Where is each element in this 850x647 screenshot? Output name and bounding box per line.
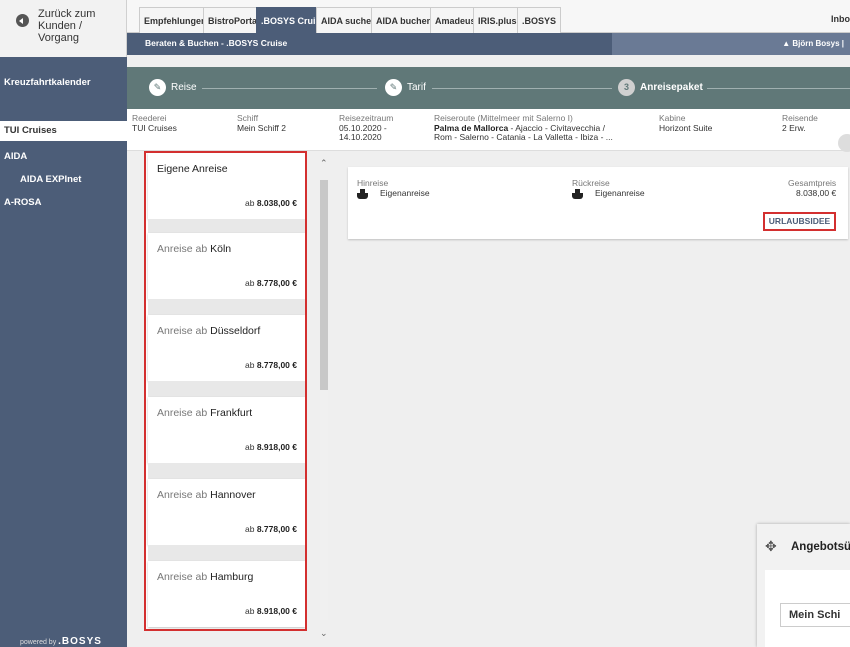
summary-rueckreise: Rückreise Eigenanreise — [572, 178, 645, 199]
offer-card[interactable]: Anreise ab Frankfurt ab 8.918,00 € — [148, 397, 305, 463]
step-connector — [432, 88, 612, 89]
urlaubsidee-button[interactable]: URLAUBSIDEE — [763, 212, 836, 231]
info-schiff: Schiff Mein Schiff 2 — [237, 113, 286, 133]
step-tarif[interactable]: ✎ Tarif — [385, 79, 426, 97]
summary-hinreise: Hinreise Eigenanreise — [357, 178, 430, 199]
user-menu[interactable]: ▲ Björn Bosys | — [782, 39, 844, 48]
breadcrumb: Beraten & Buchen - .BOSYS Cruise — [145, 38, 288, 48]
panel-ship-row: Mein Schi — [780, 603, 850, 627]
tab-iris-plus[interactable]: IRIS.plus — [473, 7, 522, 33]
offer-title: Anreise ab Hannover — [157, 489, 256, 501]
tab-bosys[interactable]: .BOSYS — [517, 7, 562, 33]
back-arrow-icon — [16, 14, 29, 27]
info-route: Reiseroute (Mittelmeer mit Salerno I) Pa… — [434, 113, 613, 142]
offer-price: ab 8.778,00 € — [244, 360, 297, 370]
user-name: Björn Bosys — [792, 39, 840, 48]
offer-card[interactable]: Anreise ab Hannover ab 8.778,00 € — [148, 479, 305, 545]
ship-icon — [357, 188, 368, 199]
offer-price: ab 8.918,00 € — [244, 606, 297, 616]
trip-info: Reederei TUI Cruises Schiff Mein Schiff 2 … — [127, 109, 850, 151]
powered-by-logo: powered by .BOSYS — [20, 636, 102, 647]
move-icon[interactable]: ✥ — [765, 538, 777, 555]
divider — [148, 299, 305, 315]
sidebar: Zurück zum Kunden / Vorgang Kreuzfahrtka… — [0, 0, 127, 647]
offer-card[interactable]: Anreise ab Düsseldorf ab 8.778,00 € — [148, 315, 305, 381]
sidebar-item-a-rosa[interactable]: A-ROSA — [0, 193, 127, 213]
sub-navigation: Beraten & Buchen - .BOSYS Cruise ▲ Björn… — [127, 33, 850, 55]
pencil-icon: ✎ — [385, 79, 402, 96]
pencil-icon: ✎ — [149, 79, 166, 96]
summary-gesamtpreis: Gesamtpreis 8.038,00 € — [788, 178, 837, 198]
chevron-down-icon[interactable]: ⌄ — [320, 628, 328, 639]
panel-title: Angebotsü — [791, 541, 850, 553]
offer-price: ab 8.778,00 € — [244, 524, 297, 534]
offer-card[interactable]: Eigene Anreise ab 8.038,00 € — [148, 153, 305, 219]
step-connector — [707, 88, 850, 89]
search-icon[interactable] — [838, 134, 850, 152]
offer-title: Anreise ab Hamburg — [157, 571, 254, 583]
info-reisende: Reisende 2 Erw. — [782, 113, 818, 133]
divider — [148, 463, 305, 479]
top-navigation: Empfehlungen BistroPortal .BOSYS Cruise … — [127, 0, 850, 33]
tab-empfehlungen[interactable]: Empfehlungen — [139, 7, 212, 33]
offer-title: Eigene Anreise — [157, 163, 228, 175]
offer-price: ab 8.038,00 € — [244, 198, 297, 208]
step-anreisepaket: 3 Anreisepaket — [618, 79, 703, 97]
back-to-customer-button[interactable]: Zurück zum Kunden / Vorgang — [0, 0, 127, 57]
sidebar-item-aida-expinet[interactable]: AIDA EXPInet — [0, 170, 127, 190]
offer-card[interactable]: Anreise ab Köln ab 8.778,00 € — [148, 233, 305, 299]
tab-aida-buchen[interactable]: AIDA buchen — [371, 7, 438, 33]
step-number: 3 — [618, 79, 635, 96]
step-reise[interactable]: ✎ Reise — [149, 79, 197, 97]
scroll-thumb[interactable] — [320, 180, 328, 390]
offer-price: ab 8.778,00 € — [244, 278, 297, 288]
offer-card[interactable]: Anreise ab Hamburg ab 8.918,00 € — [148, 561, 305, 627]
back-label: Zurück zum Kunden / Vorgang — [38, 8, 96, 44]
user-bar: ▲ Björn Bosys | — [612, 33, 850, 55]
offer-list: Eigene Anreise ab 8.038,00 € Anreise ab … — [144, 151, 307, 631]
inbox-link[interactable]: Inbo — [831, 14, 850, 24]
divider — [148, 545, 305, 561]
info-zeitraum: Reisezeitraum 05.10.2020 -14.10.2020 — [339, 113, 394, 142]
info-reederei: Reederei TUI Cruises — [132, 113, 177, 133]
sidebar-item-aida[interactable]: AIDA — [0, 147, 127, 167]
sidebar-item-kreuzfahrtkalender[interactable]: Kreuzfahrtkalender — [0, 73, 127, 93]
offer-list-scrollbar[interactable]: ⌃ ⌄ — [318, 158, 332, 643]
offer-title: Anreise ab Frankfurt — [157, 407, 253, 419]
info-kabine: Kabine Horizont Suite — [659, 113, 713, 133]
booking-steps: ✎ Reise ✎ Tarif 3 Anreisepaket — [127, 67, 850, 109]
step-connector — [202, 88, 377, 89]
offer-title: Anreise ab Köln — [157, 243, 232, 255]
divider — [148, 381, 305, 397]
ship-icon — [572, 188, 583, 199]
angebotsuebersicht-panel: ✥ Angebotsü Mein Schi — [757, 524, 850, 647]
offer-price: ab 8.918,00 € — [244, 442, 297, 452]
sidebar-item-tui-cruises[interactable]: TUI Cruises — [0, 121, 127, 141]
chevron-up-icon[interactable]: ⌃ — [320, 158, 328, 169]
offer-title: Anreise ab Düsseldorf — [157, 325, 261, 337]
user-icon: ▲ — [782, 39, 791, 48]
